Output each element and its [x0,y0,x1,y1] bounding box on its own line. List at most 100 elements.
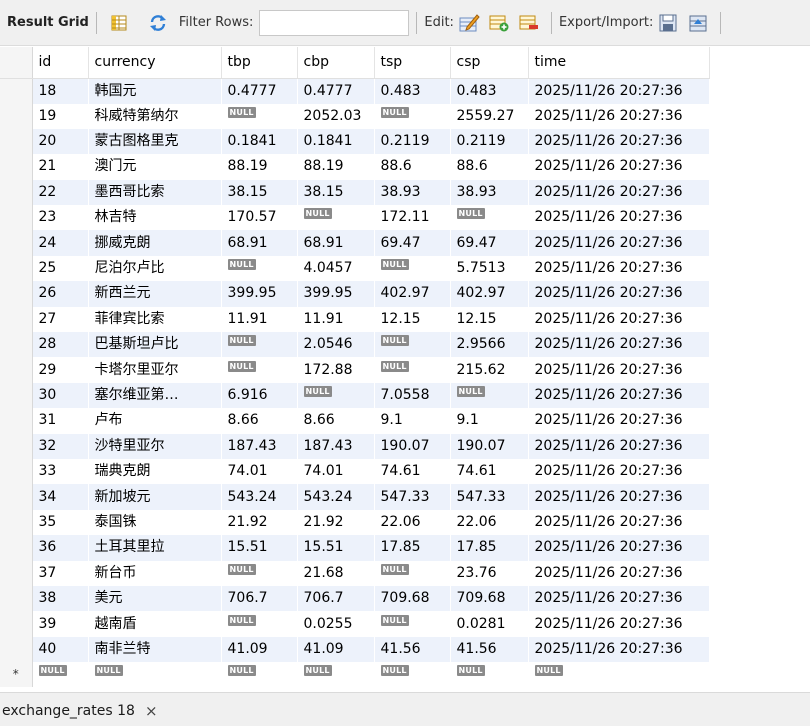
table-cell-csp[interactable]: NULL [450,382,529,409]
row-marker[interactable] [0,78,33,104]
table-cell-tbp[interactable]: 170.57 [221,205,298,231]
table-cell-csp[interactable]: 190.07 [450,433,529,459]
table-cell-csp[interactable]: 0.2119 [450,128,529,155]
table-cell-id[interactable]: 30 [32,382,89,409]
table-cell-time[interactable]: 2025/11/26 20:27:36 [528,128,710,155]
table-row[interactable]: 31 卢布 8.66 8.66 9.1 9.1 2025/11/26 20:27:36 [0,408,710,434]
result-grid[interactable]: id currency tbp cbp tsp csp time 18 韩国元 0.… [0,47,810,692]
table-cell-id[interactable]: 27 [32,306,89,333]
table-cell-id[interactable]: 33 [32,458,89,485]
table-cell-tbp[interactable]: NULL [221,103,298,129]
result-tab[interactable]: exchange_rates 18 × [0,697,166,725]
table-cell-csp[interactable]: 402.97 [450,281,529,307]
table-cell-time[interactable]: 2025/11/26 20:27:36 [528,408,710,434]
filter-rows-input[interactable] [259,9,410,36]
refresh-icon[interactable] [146,11,170,35]
table-row[interactable]: 20 蒙古图格里克 0.1841 0.1841 0.2119 0.2119 2025/11/… [0,128,710,155]
table-cell-cbp[interactable]: 399.95 [297,281,375,307]
table-cell-tsp[interactable]: NULL [374,560,451,586]
table-cell-tbp[interactable]: NULL [221,357,298,383]
table-cell-tbp[interactable]: 41.09 [221,636,298,663]
table-cell-tbp[interactable]: 6.916 [221,382,298,409]
table-cell-tsp[interactable]: 38.93 [374,179,451,206]
table-row[interactable]: 27 菲律宾比索 11.91 11.91 12.15 12.15 2025/11/26 20… [0,306,710,333]
table-cell-csp[interactable]: 0.0281 [450,611,529,637]
table-cell-cbp[interactable]: 172.88 [297,357,375,383]
table-cell-time[interactable]: 2025/11/26 20:27:36 [528,332,710,358]
new-row-cell-id[interactable]: NULL [32,662,89,688]
new-row-cell-currency[interactable]: NULL [88,662,222,688]
table-cell-id[interactable]: 40 [32,636,89,663]
table-cell-tbp[interactable]: 68.91 [221,230,298,256]
table-cell-currency[interactable]: 巴基斯坦卢比 [88,332,222,358]
table-cell-tbp[interactable]: 74.01 [221,458,298,485]
table-cell-tsp[interactable]: NULL [374,255,451,282]
table-cell-tsp[interactable]: 7.0558 [374,382,451,409]
table-cell-id[interactable]: 19 [32,103,89,129]
row-marker[interactable] [0,433,33,459]
table-cell-tbp[interactable]: 706.7 [221,585,298,612]
table-cell-csp[interactable]: 69.47 [450,230,529,256]
table-cell-tbp[interactable]: 15.51 [221,535,298,561]
table-cell-currency[interactable]: 土耳其里拉 [88,535,222,561]
table-cell-tbp[interactable]: 21.92 [221,509,298,536]
table-cell-cbp[interactable]: 74.01 [297,458,375,485]
table-cell-time[interactable]: 2025/11/26 20:27:36 [528,357,710,383]
table-row[interactable]: 32 沙特里亚尔 187.43 187.43 190.07 190.07 2025/11/2… [0,433,710,459]
table-cell-tsp[interactable]: 69.47 [374,230,451,256]
table-cell-currency[interactable]: 韩国元 [88,78,222,104]
table-cell-cbp[interactable]: 2.0546 [297,332,375,358]
table-cell-time[interactable]: 2025/11/26 20:27:36 [528,433,710,459]
row-marker[interactable] [0,154,33,180]
table-cell-tsp[interactable]: 88.6 [374,154,451,180]
table-cell-cbp[interactable]: 2052.03 [297,103,375,129]
table-cell-currency[interactable]: 泰国铢 [88,509,222,536]
table-cell-cbp[interactable]: 21.68 [297,560,375,586]
table-cell-currency[interactable]: 墨西哥比索 [88,179,222,206]
table-row[interactable]: 28 巴基斯坦卢比 NULL 2.0546 NULL 2.9566 2025/11/26 2… [0,332,710,358]
table-cell-time[interactable]: 2025/11/26 20:27:36 [528,611,710,637]
table-cell-tsp[interactable]: NULL [374,103,451,129]
table-row[interactable]: 24 挪威克朗 68.91 68.91 69.47 69.47 2025/11/26 20:… [0,230,710,256]
table-cell-time[interactable]: 2025/11/26 20:27:36 [528,585,710,612]
table-cell-time[interactable]: 2025/11/26 20:27:36 [528,306,710,333]
table-cell-tsp[interactable]: 402.97 [374,281,451,307]
table-cell-csp[interactable]: 5.7513 [450,255,529,282]
row-marker[interactable] [0,306,33,333]
table-row[interactable]: 29 卡塔尔里亚尔 NULL 172.88 NULL 215.62 2025/11/26 2… [0,357,710,383]
table-cell-time[interactable]: 2025/11/26 20:27:36 [528,179,710,206]
table-cell-id[interactable]: 29 [32,357,89,383]
row-marker[interactable] [0,382,33,409]
table-cell-tbp[interactable]: NULL [221,611,298,637]
table-cell-id[interactable]: 18 [32,78,89,104]
row-marker[interactable] [0,509,33,536]
table-cell-tbp[interactable]: 88.19 [221,154,298,180]
table-cell-tbp[interactable]: 399.95 [221,281,298,307]
table-cell-id[interactable]: 31 [32,408,89,434]
table-row[interactable]: 22 墨西哥比索 38.15 38.15 38.93 38.93 2025/11/26 20… [0,179,710,206]
table-cell-cbp[interactable]: 0.0255 [297,611,375,637]
table-cell-csp[interactable]: 709.68 [450,585,529,612]
table-cell-currency[interactable]: 蒙古图格里克 [88,128,222,155]
table-cell-time[interactable]: 2025/11/26 20:27:36 [528,78,710,104]
column-header[interactable]: csp [450,47,529,79]
table-cell-id[interactable]: 36 [32,535,89,561]
table-cell-tsp[interactable]: NULL [374,332,451,358]
table-cell-cbp[interactable]: 8.66 [297,408,375,434]
table-cell-time[interactable]: 2025/11/26 20:27:36 [528,484,710,510]
table-cell-currency[interactable]: 林吉特 [88,205,222,231]
table-cell-id[interactable]: 20 [32,128,89,155]
table-cell-tbp[interactable]: 187.43 [221,433,298,459]
column-header[interactable]: tbp [221,47,298,79]
table-cell-cbp[interactable]: 11.91 [297,306,375,333]
table-cell-cbp[interactable]: 187.43 [297,433,375,459]
table-cell-currency[interactable]: 瑞典克朗 [88,458,222,485]
table-cell-time[interactable]: 2025/11/26 20:27:36 [528,154,710,180]
table-cell-currency[interactable]: 卢布 [88,408,222,434]
row-marker[interactable] [0,332,33,358]
table-cell-id[interactable]: 21 [32,154,89,180]
row-marker[interactable] [0,230,33,256]
table-row[interactable]: 37 新台币 NULL 21.68 NULL 23.76 2025/11/26 20:27:… [0,560,710,586]
table-cell-cbp[interactable]: 41.09 [297,636,375,663]
table-cell-cbp[interactable]: 38.15 [297,179,375,206]
